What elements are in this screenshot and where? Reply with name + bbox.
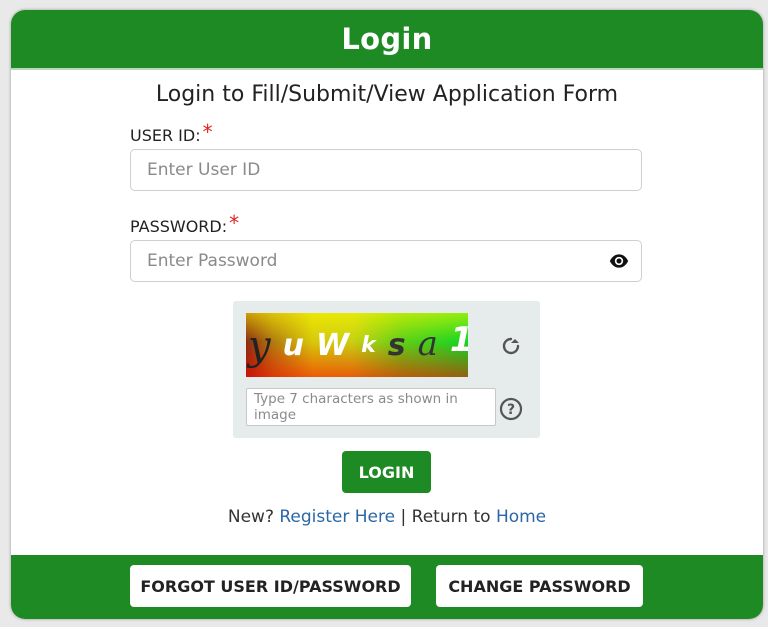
password-label: PASSWORD: * xyxy=(130,211,239,236)
user-id-input[interactable]: Enter User ID xyxy=(130,149,642,191)
captcha-char: k xyxy=(361,333,388,358)
required-marker: * xyxy=(229,211,240,235)
user-id-label: USER ID: * xyxy=(130,120,213,145)
captcha-image: yuWksa1 xyxy=(246,313,468,377)
captcha-placeholder: Type 7 characters as shown in image xyxy=(254,391,458,423)
captcha-char: s xyxy=(387,328,418,363)
captcha-char: 1 xyxy=(450,320,468,360)
home-link[interactable]: Home xyxy=(496,507,546,527)
footer-bar: FORGOT USER ID/PASSWORD CHANGE PASSWORD xyxy=(11,555,763,619)
captcha-panel: yuWksa1 Type 7 characters as shown in im… xyxy=(233,301,540,438)
register-link[interactable]: Register Here xyxy=(279,507,395,527)
refresh-icon[interactable] xyxy=(499,334,523,358)
user-id-label-text: USER ID: xyxy=(130,126,201,145)
form-subtitle: Login to Fill/Submit/View Application Fo… xyxy=(155,82,619,107)
new-prefix: New? xyxy=(227,507,274,527)
login-button[interactable]: LOGIN xyxy=(342,451,431,493)
page-title: Login xyxy=(341,22,433,56)
login-header: Login xyxy=(11,10,763,70)
forgot-credentials-button[interactable]: FORGOT USER ID/PASSWORD xyxy=(130,565,411,607)
required-marker: * xyxy=(202,120,213,144)
captcha-char: W xyxy=(315,328,362,363)
help-icon[interactable]: ? xyxy=(499,397,523,421)
eye-icon[interactable] xyxy=(609,251,629,271)
captcha-char: a xyxy=(417,324,450,364)
user-id-placeholder: Enter User ID xyxy=(147,160,261,180)
password-placeholder: Enter Password xyxy=(147,251,278,271)
change-password-button[interactable]: CHANGE PASSWORD xyxy=(436,565,643,607)
links-separator: | xyxy=(400,507,407,527)
captcha-input[interactable]: Type 7 characters as shown in image xyxy=(246,388,496,426)
captcha-text: yuWksa1 xyxy=(246,317,468,373)
login-card: Login Login to Fill/Submit/View Applicat… xyxy=(11,10,763,619)
captcha-char: u xyxy=(282,328,316,363)
password-label-text: PASSWORD: xyxy=(130,217,228,236)
register-links: New? Register Here | Return to Home xyxy=(11,507,763,527)
return-prefix: Return to xyxy=(411,507,491,527)
svg-text:?: ? xyxy=(507,402,515,418)
password-input[interactable]: Enter Password xyxy=(130,240,642,282)
captcha-char: y xyxy=(248,323,283,369)
